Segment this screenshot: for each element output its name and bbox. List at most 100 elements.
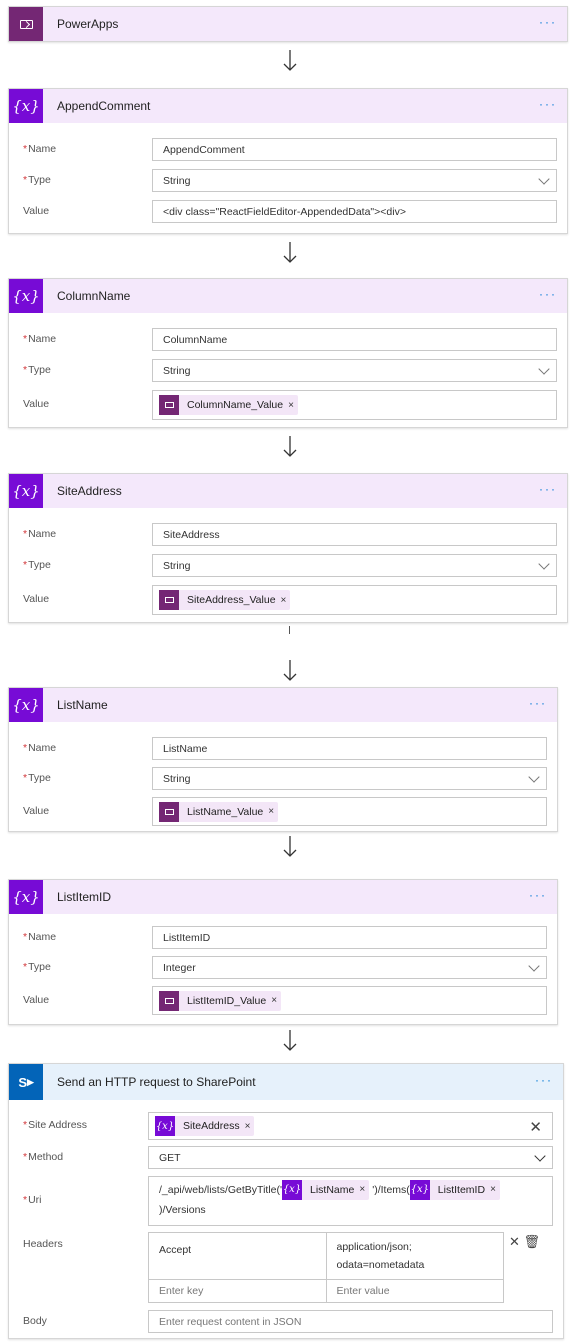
method-select[interactable]: GET bbox=[148, 1146, 553, 1169]
more-options-icon[interactable]: ··· bbox=[529, 889, 547, 901]
header-value-input[interactable]: Enter value bbox=[325, 1280, 504, 1302]
name-input[interactable]: ListName bbox=[152, 737, 547, 760]
body-label: Body bbox=[23, 1315, 47, 1327]
variable-icon: {x} bbox=[9, 688, 43, 722]
more-options-icon[interactable]: ··· bbox=[539, 483, 557, 495]
chevron-down-icon[interactable] bbox=[528, 960, 540, 972]
name-label: *Name bbox=[23, 742, 57, 754]
variable-icon: {x} bbox=[155, 1116, 175, 1136]
body-input[interactable]: Enter request content in JSON bbox=[148, 1310, 553, 1333]
name-label: *Name bbox=[23, 931, 57, 943]
dynamic-content-token[interactable]: {x} ListItemID × bbox=[409, 1180, 500, 1201]
variable-icon: {x} bbox=[409, 1180, 430, 1201]
more-options-icon[interactable]: ··· bbox=[539, 288, 557, 300]
variable-card-appendcomment[interactable]: {x} AppendComment ··· *Name AppendCommen… bbox=[8, 88, 568, 234]
type-label: *Type bbox=[23, 174, 51, 186]
more-options-icon[interactable]: ··· bbox=[535, 1074, 553, 1086]
chevron-down-icon[interactable] bbox=[534, 1150, 546, 1162]
card-title: SiteAddress bbox=[57, 484, 122, 498]
sharepoint-icon: S ▸ bbox=[9, 1064, 43, 1100]
type-select[interactable]: String bbox=[152, 359, 557, 382]
dynamic-content-token[interactable]: ListItemID_Value × bbox=[159, 990, 282, 1011]
header-key-input[interactable]: Enter key bbox=[149, 1280, 326, 1302]
value-label: Value bbox=[23, 398, 50, 410]
powerapps-icon bbox=[159, 395, 179, 415]
value-label: Value bbox=[23, 994, 50, 1006]
dynamic-content-token[interactable]: {x} SiteAddress × bbox=[155, 1116, 255, 1136]
variable-card-listname[interactable]: {x} ListName ··· *Name ListName *Type St… bbox=[8, 687, 558, 832]
more-options-icon[interactable]: ··· bbox=[539, 98, 557, 110]
type-label: *Type bbox=[23, 559, 51, 571]
card-header[interactable]: {x} SiteAddress ··· bbox=[9, 474, 567, 508]
remove-token-icon[interactable]: × bbox=[288, 400, 294, 411]
card-header[interactable]: {x} ListName ··· bbox=[9, 688, 557, 722]
name-input[interactable]: ColumnName bbox=[152, 328, 557, 351]
powerapps-trigger-card[interactable]: PowerApps ··· bbox=[8, 6, 568, 42]
value-label: Value bbox=[23, 205, 50, 217]
name-input[interactable]: SiteAddress bbox=[152, 523, 557, 546]
dynamic-content-token[interactable]: ListName_Value × bbox=[159, 801, 279, 822]
variable-icon: {x} bbox=[9, 279, 43, 313]
site-address-input[interactable]: {x} SiteAddress × ✕ bbox=[148, 1112, 553, 1140]
value-input[interactable]: <div class="ReactFieldEditor-AppendedDat… bbox=[152, 200, 557, 223]
arrow-down-icon bbox=[283, 242, 297, 263]
powerapps-icon bbox=[159, 590, 179, 610]
name-input[interactable]: ListItemID bbox=[152, 926, 547, 949]
method-label: *Method bbox=[23, 1151, 64, 1163]
variable-card-columnname[interactable]: {x} ColumnName ··· *Name ColumnName *Typ… bbox=[8, 278, 568, 428]
card-title: PowerApps bbox=[57, 17, 119, 31]
name-input[interactable]: AppendComment bbox=[152, 138, 557, 161]
remove-token-icon[interactable]: × bbox=[281, 595, 287, 606]
arrow-down-icon bbox=[283, 50, 297, 71]
value-input[interactable]: ColumnName_Value × bbox=[152, 390, 557, 420]
arrow-down-icon bbox=[283, 660, 297, 681]
chevron-down-icon[interactable] bbox=[538, 558, 550, 570]
value-input[interactable]: SiteAddress_Value × bbox=[152, 585, 557, 615]
uri-input[interactable]: /_api/web/lists/GetByTitle(' {x} ListName ×… bbox=[148, 1176, 553, 1226]
dynamic-content-token[interactable]: {x} ListName × bbox=[282, 1180, 370, 1201]
card-header[interactable]: S ▸ Send an HTTP request to SharePoint ··… bbox=[9, 1064, 563, 1100]
name-label: *Name bbox=[23, 333, 57, 345]
http-request-card[interactable]: S ▸ Send an HTTP request to SharePoint ··… bbox=[8, 1063, 564, 1339]
remove-token-icon[interactable]: × bbox=[490, 1180, 496, 1200]
arrow-down-icon bbox=[283, 436, 297, 457]
clear-icon[interactable]: ✕ bbox=[509, 1234, 520, 1249]
dynamic-content-token[interactable]: ColumnName_Value × bbox=[159, 395, 298, 415]
header-value-input[interactable]: application/json; odata=nometadata bbox=[325, 1233, 504, 1279]
type-select[interactable]: String bbox=[152, 169, 557, 192]
remove-token-icon[interactable]: × bbox=[268, 806, 274, 817]
chevron-down-icon[interactable] bbox=[528, 771, 540, 783]
card-header[interactable]: PowerApps ··· bbox=[9, 7, 567, 41]
variable-card-listitemid[interactable]: {x} ListItemID ··· *Name ListItemID *Typ… bbox=[8, 879, 558, 1025]
type-select[interactable]: String bbox=[152, 554, 557, 577]
arrow-down-icon bbox=[283, 836, 297, 857]
headers-table: Accept application/json; odata=nometadat… bbox=[148, 1232, 504, 1303]
value-input[interactable]: ListName_Value × bbox=[152, 797, 547, 826]
value-input[interactable]: ListItemID_Value × bbox=[152, 986, 547, 1015]
clear-icon[interactable]: ✕ bbox=[529, 1118, 542, 1136]
card-title: Send an HTTP request to SharePoint bbox=[57, 1075, 256, 1089]
card-header[interactable]: {x} ColumnName ··· bbox=[9, 279, 567, 313]
card-title: AppendComment bbox=[57, 99, 151, 113]
type-label: *Type bbox=[23, 961, 51, 973]
more-options-icon[interactable]: ··· bbox=[539, 16, 557, 28]
remove-token-icon[interactable]: × bbox=[359, 1180, 365, 1200]
more-options-icon[interactable]: ··· bbox=[529, 697, 547, 709]
card-header[interactable]: {x} ListItemID ··· bbox=[9, 880, 557, 914]
variable-icon: {x} bbox=[9, 880, 43, 914]
card-title: ListName bbox=[57, 698, 108, 712]
remove-token-icon[interactable]: × bbox=[245, 1121, 251, 1132]
variable-card-siteaddress[interactable]: {x} SiteAddress ··· *Name SiteAddress *T… bbox=[8, 473, 568, 623]
name-label: *Name bbox=[23, 143, 57, 155]
chevron-down-icon[interactable] bbox=[538, 173, 550, 185]
dynamic-content-token[interactable]: SiteAddress_Value × bbox=[159, 590, 291, 610]
card-header[interactable]: {x} AppendComment ··· bbox=[9, 89, 567, 123]
chevron-down-icon[interactable] bbox=[538, 363, 550, 375]
header-key-input[interactable]: Accept bbox=[149, 1233, 326, 1279]
headers-label: Headers bbox=[23, 1238, 63, 1250]
type-select[interactable]: Integer bbox=[152, 956, 547, 979]
remove-token-icon[interactable]: × bbox=[271, 995, 277, 1006]
connector-line bbox=[289, 626, 290, 634]
delete-icon[interactable]: 🗑 bbox=[524, 1234, 541, 1249]
type-select[interactable]: String bbox=[152, 767, 547, 790]
